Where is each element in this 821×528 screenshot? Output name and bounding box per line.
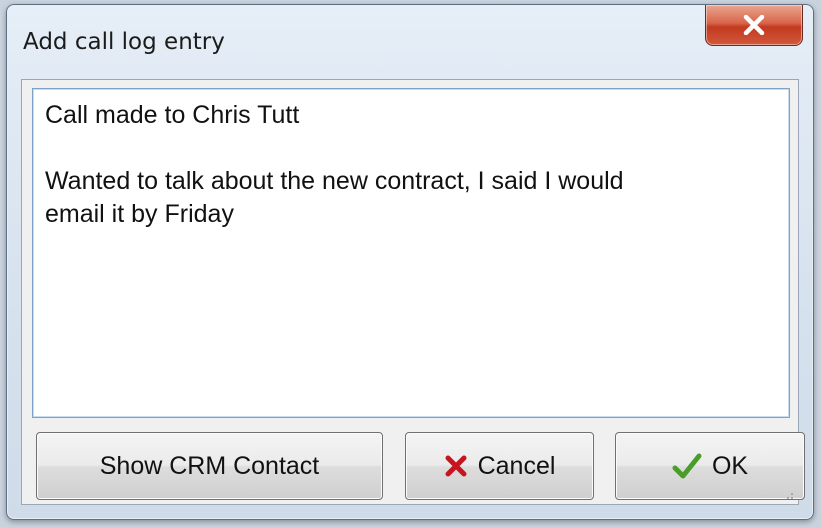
cancel-label: Cancel	[477, 451, 556, 480]
close-button[interactable]	[705, 5, 803, 46]
dialog-title: Add call log entry	[23, 29, 225, 55]
note-line-1: Call made to Chris Tutt	[45, 101, 300, 129]
cancel-button[interactable]: Cancel	[405, 432, 594, 500]
ok-label: OK	[711, 451, 749, 480]
red-x-icon	[444, 455, 468, 477]
note-line-2: Wanted to talk about the new contract, I…	[45, 167, 624, 195]
dialog-body: Call made to Chris Tutt Wanted to talk a…	[21, 79, 805, 505]
note-line-3: email it by Friday	[45, 200, 234, 228]
resize-grip-icon[interactable]	[782, 488, 794, 500]
close-icon	[743, 15, 765, 35]
show-crm-contact-label: Show CRM Contact	[99, 451, 320, 480]
green-check-icon	[672, 453, 702, 479]
show-crm-contact-button[interactable]: Show CRM Contact	[36, 432, 383, 500]
title-bar[interactable]: Add call log entry	[7, 5, 813, 79]
dialog-window: Add call log entry Call made to Chris Tu…	[6, 4, 814, 520]
call-log-textarea[interactable]: Call made to Chris Tutt Wanted to talk a…	[32, 88, 790, 418]
ok-button[interactable]: OK	[615, 432, 805, 500]
